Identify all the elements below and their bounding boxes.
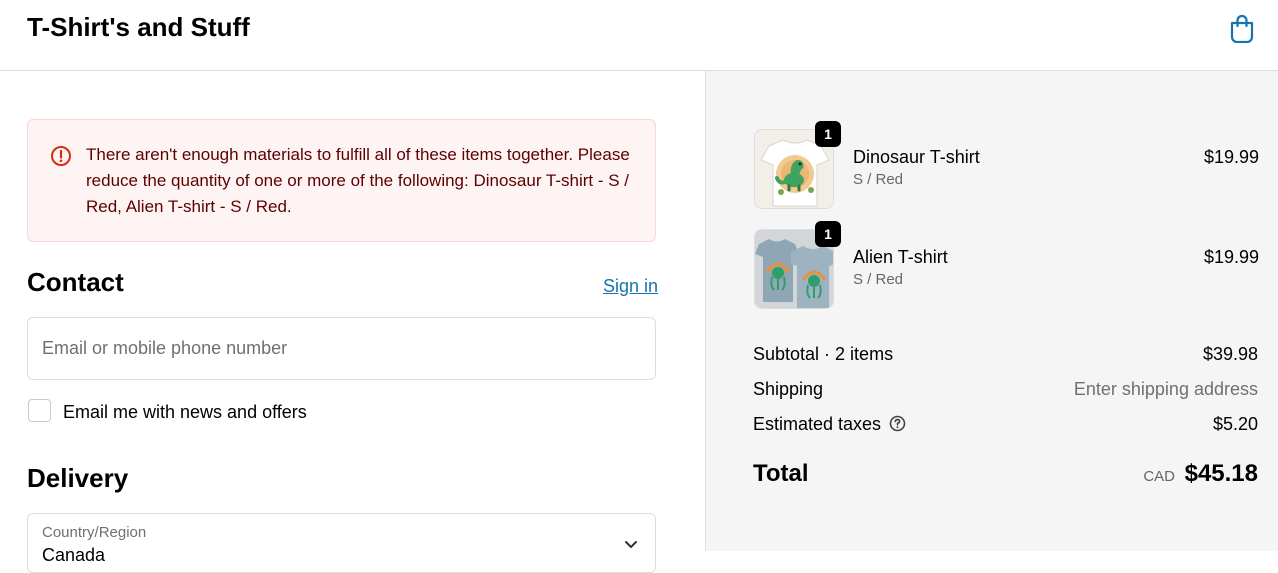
item-price: $19.99 [1203, 247, 1259, 267]
total-label: Total [753, 460, 809, 487]
contact-heading: Contact [27, 267, 124, 297]
sign-in-link[interactable]: Sign in [603, 276, 658, 297]
subtotal-label: Subtotal · 2 items [753, 344, 894, 364]
country-value: Canada [42, 545, 106, 565]
chevron-down-icon [623, 536, 639, 552]
country-label: Country/Region [42, 524, 147, 541]
country-select[interactable]: Country/Region Canada [27, 513, 656, 573]
shipping-label: Shipping [753, 379, 824, 399]
total-value: $45.18 [1184, 460, 1258, 487]
order-summary: 1 Dinosaur T-shirt S / Red $19.99 1 Alie… [705, 71, 1278, 551]
item-variant: S / Red [853, 171, 904, 188]
quantity-badge: 1 [815, 121, 841, 147]
taxes-label-group: Estimated taxes [753, 414, 906, 435]
shopping-bag-icon[interactable] [1228, 13, 1256, 44]
shipping-value: Enter shipping address [1073, 379, 1258, 399]
email-field[interactable] [27, 317, 656, 380]
error-message: There aren't enough materials to fulfill… [86, 145, 630, 216]
newsletter-label[interactable]: Email me with news and offers [63, 402, 307, 423]
total-currency: CAD [1143, 468, 1175, 485]
error-banner: There aren't enough materials to fulfill… [27, 119, 656, 242]
item-variant: S / Red [853, 271, 904, 288]
alert-circle-icon [50, 145, 72, 167]
store-name[interactable]: T-Shirt's and Stuff [27, 12, 250, 43]
subtotal-value: $39.98 [1202, 344, 1258, 364]
item-price: $19.99 [1203, 147, 1259, 167]
item-name: Alien T-shirt [853, 247, 948, 267]
cart-item: 1 Dinosaur T-shirt S / Red $19.99 [754, 121, 1259, 209]
quantity-badge: 1 [815, 221, 841, 247]
checkout-form: There aren't enough materials to fulfill… [0, 71, 705, 573]
help-circle-icon[interactable] [889, 415, 906, 432]
newsletter-checkbox[interactable] [28, 399, 51, 422]
delivery-heading: Delivery [27, 463, 129, 493]
item-name: Dinosaur T-shirt [853, 147, 980, 167]
checkout-header: T-Shirt's and Stuff [0, 0, 1278, 71]
cart-item: 1 Alien T-shirt S / Red $19.99 [754, 221, 1259, 309]
taxes-label: Estimated taxes [753, 414, 882, 434]
taxes-value: $5.20 [1212, 414, 1258, 434]
